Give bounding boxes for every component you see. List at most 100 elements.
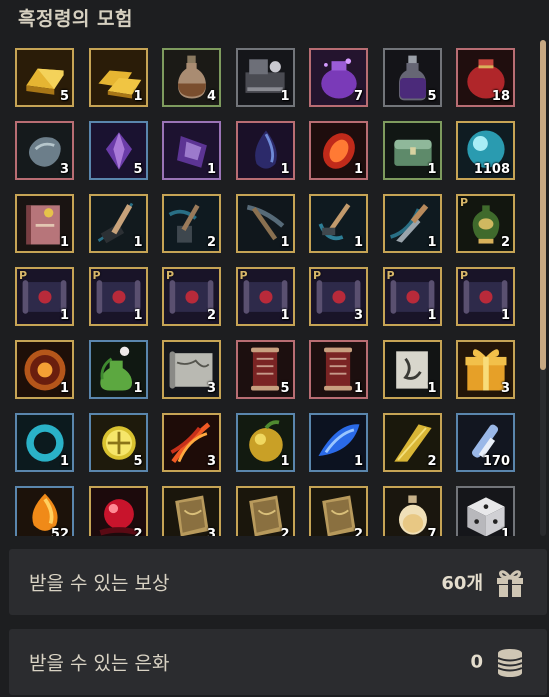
item-count: 1 — [280, 235, 290, 250]
item-count: 3 — [59, 162, 69, 177]
premium-tag: P — [386, 269, 395, 282]
inventory-slot[interactable]: 5 — [88, 121, 148, 180]
item-count: 1 — [500, 527, 510, 536]
scrollbar-thumb[interactable] — [540, 40, 546, 370]
inventory-slot[interactable]: 1 — [456, 486, 515, 536]
inventory-slot[interactable]: 1 — [235, 121, 295, 180]
inventory-slot[interactable]: P1 — [15, 267, 74, 326]
item-grid-viewport[interactable]: 5 1 4 1 7 5 18 3 5 1 1 1 1 1108 1 1 2 1 1 1 P 2 P 1 P 1 P 2 P 1 P 3 P 1 P 1… — [0, 40, 549, 536]
inventory-slot[interactable]: P1 — [88, 267, 148, 326]
item-count: 1 — [133, 89, 143, 104]
inventory-slot[interactable]: 5 — [382, 48, 442, 107]
item-count: 1 — [59, 235, 69, 250]
inventory-slot[interactable]: 1 — [382, 121, 442, 180]
inventory-slot[interactable]: P1 — [382, 267, 442, 326]
inventory-slot[interactable]: 1 — [15, 413, 74, 472]
inventory-slot[interactable]: 4 — [162, 48, 221, 107]
item-count: 1 — [59, 381, 69, 396]
inventory-slot[interactable]: P1 — [456, 267, 515, 326]
item-count: 1108 — [473, 162, 510, 177]
item-count: 1 — [133, 308, 143, 323]
item-count: 5 — [133, 162, 143, 177]
inventory-slot[interactable]: P2 — [456, 194, 515, 253]
item-count: 18 — [491, 89, 510, 104]
inventory-slot[interactable]: 1 — [15, 194, 74, 253]
silver-amount: 0 — [470, 651, 483, 673]
item-count: 5 — [427, 89, 437, 104]
inventory-slot[interactable]: 1 — [309, 121, 368, 180]
inventory-slot[interactable]: 5 — [88, 413, 148, 472]
inventory-slot[interactable]: 2 — [162, 194, 221, 253]
item-count: 1 — [133, 235, 143, 250]
inventory-slot[interactable]: 1 — [15, 340, 74, 399]
rewards-panel[interactable]: 받을 수 있는 보상 60개 — [9, 549, 547, 615]
inventory-slot[interactable]: 3 — [456, 340, 515, 399]
item-count: 7 — [427, 527, 437, 536]
item-count: 5 — [280, 381, 290, 396]
item-count: 4 — [206, 89, 216, 104]
item-count: 1 — [280, 89, 290, 104]
gift-icon[interactable] — [493, 565, 527, 599]
inventory-slot[interactable]: 7 — [382, 486, 442, 536]
item-count: 2 — [133, 527, 143, 536]
inventory-slot[interactable]: P1 — [235, 267, 295, 326]
inventory-slot[interactable]: 1 — [88, 48, 148, 107]
inventory-slot[interactable]: P2 — [162, 267, 221, 326]
item-count: 1 — [206, 162, 216, 177]
inventory-slot[interactable]: 7 — [309, 48, 368, 107]
inventory-slot[interactable]: 1 — [88, 194, 148, 253]
inventory-slot[interactable]: 18 — [456, 48, 515, 107]
inventory-slot[interactable]: 3 — [162, 340, 221, 399]
item-count: 1 — [280, 454, 290, 469]
inventory-slot[interactable]: 1 — [309, 194, 368, 253]
item-count: 2 — [206, 235, 216, 250]
item-count: 1 — [353, 454, 363, 469]
item-count: 3 — [206, 454, 216, 469]
inventory-slot[interactable]: 2 — [309, 486, 368, 536]
item-count: 1 — [59, 454, 69, 469]
inventory-slot[interactable]: 1 — [382, 194, 442, 253]
silver-panel[interactable]: 받을 수 있는 은화 0 — [9, 629, 547, 695]
inventory-slot[interactable]: 2 — [235, 486, 295, 536]
inventory-slot[interactable]: 1 — [235, 413, 295, 472]
inventory-slot[interactable]: 52 — [15, 486, 74, 536]
inventory-slot[interactable]: 2 — [382, 413, 442, 472]
rewards-label: 받을 수 있는 보상 — [29, 572, 170, 595]
inventory-slot[interactable]: 1 — [235, 194, 295, 253]
premium-tag: P — [460, 269, 469, 282]
item-count: 1 — [133, 381, 143, 396]
inventory-slot[interactable]: 2 — [88, 486, 148, 536]
item-count: 3 — [500, 381, 510, 396]
inventory-slot[interactable]: P3 — [309, 267, 368, 326]
inventory-slot[interactable]: 1 — [382, 340, 442, 399]
item-count: 5 — [133, 454, 143, 469]
inventory-slot[interactable]: 1 — [88, 340, 148, 399]
item-count: 1 — [427, 308, 437, 323]
inventory-slot[interactable]: 5 — [15, 48, 74, 107]
item-count: 2 — [500, 235, 510, 250]
item-count: 1 — [427, 381, 437, 396]
inventory-slot[interactable]: 1 — [162, 121, 221, 180]
inventory-slot[interactable]: 5 — [235, 340, 295, 399]
rewards-count: 60개 — [441, 573, 483, 594]
inventory-slot[interactable]: 3 — [162, 413, 221, 472]
inventory-slot[interactable]: 170 — [456, 413, 515, 472]
premium-tag: P — [239, 269, 248, 282]
item-count: 3 — [353, 308, 363, 323]
item-count: 1 — [427, 162, 437, 177]
inventory-slot[interactable]: 1 — [309, 340, 368, 399]
scrollbar[interactable] — [540, 40, 546, 536]
premium-tag: P — [166, 269, 175, 282]
inventory-slot[interactable]: 3 — [162, 486, 221, 536]
item-count: 1 — [353, 381, 363, 396]
inventory-slot[interactable]: 1 — [235, 48, 295, 107]
item-count: 1 — [353, 162, 363, 177]
premium-tag: P — [19, 269, 28, 282]
inventory-slot[interactable]: 3 — [15, 121, 74, 180]
item-count: 3 — [206, 381, 216, 396]
item-count: 170 — [482, 454, 510, 469]
inventory-slot[interactable]: 1108 — [456, 121, 515, 180]
coin-stack-icon — [493, 645, 527, 679]
inventory-slot[interactable]: 1 — [309, 413, 368, 472]
item-count: 1 — [427, 235, 437, 250]
